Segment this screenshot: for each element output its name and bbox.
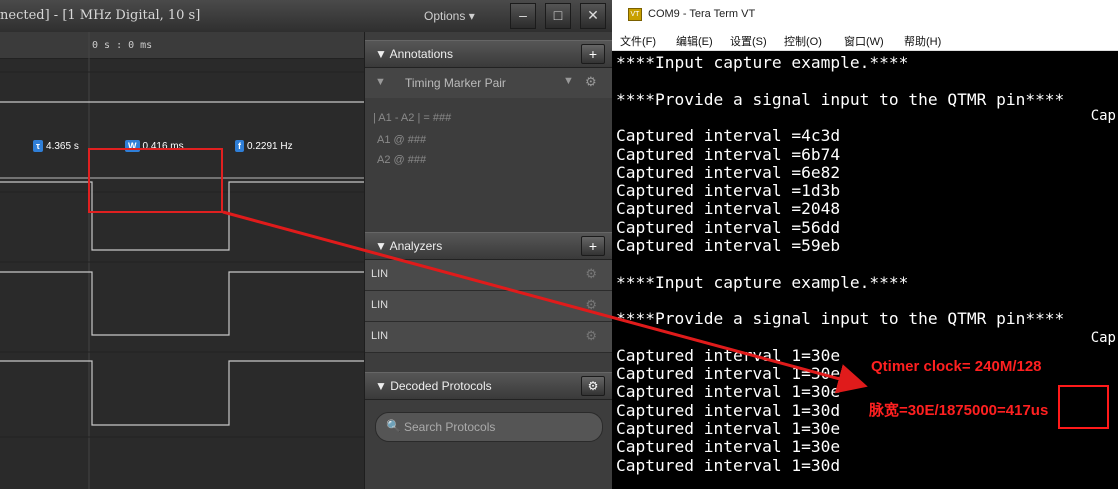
protocol-search-input[interactable]: 🔍 Search Protocols	[375, 412, 603, 442]
terminal-line: Captured interval =4c3d	[616, 126, 841, 146]
terminal-line: Captured interval 1=30e	[616, 364, 841, 384]
waveform-traces	[0, 32, 364, 489]
annotations-title: ▼ Annotations	[375, 47, 453, 61]
menu-edit[interactable]: 编辑(E)	[676, 33, 713, 49]
gear-icon[interactable]: ⚙	[585, 266, 597, 282]
menu-window[interactable]: 窗口(W)	[844, 33, 884, 49]
clipped-text: Cap	[1090, 108, 1116, 124]
clock-annotation: Qtimer clock= 240M/128	[871, 358, 1042, 375]
terminal-line: Captured interval 1=30d	[616, 400, 841, 420]
menu-control[interactable]: 控制(O)	[784, 33, 822, 49]
frequency-measurement: f 0.2291 Hz	[235, 139, 293, 153]
marker-dropdown-icon[interactable]: ▼	[563, 75, 574, 87]
analyzer-label: LIN	[371, 268, 389, 280]
period-value: 4.365 s	[46, 140, 79, 152]
decoded-protocols-title: ▼ Decoded Protocols	[375, 379, 492, 393]
analyzer-row[interactable]: LIN ⚙	[365, 291, 612, 322]
terminal-line: Captured interval =1d3b	[616, 181, 841, 201]
annotations-header: ▼ Annotations +	[365, 40, 612, 68]
terminal-line: Captured interval 1=30e	[616, 437, 841, 457]
terminal-line: Captured interval 1=30e	[616, 382, 841, 402]
analyzer-row[interactable]: LIN ⚙	[365, 260, 612, 291]
terminal-line: Captured interval =56dd	[616, 217, 841, 237]
gear-icon[interactable]: ⚙	[585, 328, 597, 344]
add-annotation-button[interactable]: +	[581, 44, 605, 64]
terminal-line: Captured interval =59eb	[616, 236, 841, 255]
terminal-line: Captured interval =6e82	[616, 162, 841, 182]
analyzer-row[interactable]: LIN ⚙	[365, 322, 612, 353]
analyzer-label: LIN	[371, 299, 389, 311]
result-highlight-box	[1058, 385, 1109, 429]
terminal-line: Captured interval 1=30e	[616, 345, 841, 365]
menu-help[interactable]: 帮助(H)	[904, 33, 941, 49]
gear-icon[interactable]: ⚙	[581, 376, 605, 396]
logic-analyzer-window: nected] - [1 MHz Digital, 10 s] Options …	[0, 0, 612, 489]
search-placeholder: Search Protocols	[404, 420, 496, 434]
terminal-line: Captured interval =6b74	[616, 144, 841, 164]
waveform-area[interactable]: 0 s : 0 ms	[0, 32, 364, 489]
terminal-line: ****Provide a signal input to the QTMR p…	[616, 89, 1065, 109]
tera-term-icon: VT	[628, 8, 642, 21]
analyzer-label: LIN	[371, 330, 389, 342]
clipped-text: Cap	[1090, 330, 1116, 346]
marker-formula: | A1 - A2 | = ###	[373, 112, 452, 124]
options-menu-button[interactable]: Options ▾	[424, 9, 475, 23]
period-measurement: τ 4.365 s	[33, 139, 79, 153]
menu-setup[interactable]: 设置(S)	[730, 33, 767, 49]
tera-term-window: VT COM9 - Tera Term VT 文件(F) 编辑(E) 设置(S)…	[612, 0, 1118, 489]
terminal-line: Captured interval 1=30e	[616, 419, 841, 438]
pulse-width-annotation: 脉宽=30E/1875000=417us	[869, 402, 1049, 419]
pin-icon: ▼	[375, 76, 386, 88]
terminal-title-bar: VT COM9 - Tera Term VT	[612, 0, 1118, 28]
logic-title-bar: nected] - [1 MHz Digital, 10 s] Options …	[0, 0, 612, 33]
terminal-line: ****Provide a signal input to the QTMR p…	[616, 309, 1065, 329]
side-panel: ▼ Annotations + ▼ Timing Marker Pair ▼ ⚙…	[364, 32, 612, 489]
close-button[interactable]: ✕	[580, 3, 606, 29]
terminal-output[interactable]: ****Input capture example.**** ****Provid…	[616, 52, 1116, 489]
marker-a2: A2 @ ###	[377, 154, 427, 166]
f-badge: f	[235, 140, 244, 152]
add-analyzer-button[interactable]: +	[581, 236, 605, 256]
terminal-menu-bar: 文件(F) 编辑(E) 设置(S) 控制(O) 窗口(W) 帮助(H)	[612, 28, 1118, 51]
gear-icon[interactable]: ⚙	[585, 74, 597, 90]
gear-icon[interactable]: ⚙	[585, 297, 597, 313]
terminal-line: ****Input capture example.****	[616, 272, 909, 292]
menu-file[interactable]: 文件(F)	[620, 33, 656, 49]
timing-marker-row[interactable]: ▼ Timing Marker Pair ▼ ⚙	[365, 68, 612, 98]
frequency-value: 0.2291 Hz	[247, 140, 293, 152]
terminal-line: ****Input capture example.****	[616, 53, 909, 72]
maximize-button[interactable]: □	[545, 3, 571, 29]
highlight-box	[88, 148, 223, 213]
tau-badge: τ	[33, 140, 44, 152]
timing-marker-label: Timing Marker Pair	[405, 76, 506, 90]
terminal-title: COM9 - Tera Term VT	[648, 8, 756, 20]
terminal-line: Captured interval 1=30d	[616, 455, 841, 475]
marker-a1: A1 @ ###	[377, 134, 427, 146]
analyzers-title: ▼ Analyzers	[375, 239, 443, 253]
minimize-button[interactable]: –	[510, 3, 536, 29]
analyzers-header: ▼ Analyzers +	[365, 232, 612, 260]
search-icon: 🔍	[386, 419, 401, 433]
window-title: nected] - [1 MHz Digital, 10 s]	[0, 8, 201, 23]
decoded-protocols-header: ▼ Decoded Protocols ⚙	[365, 372, 612, 400]
terminal-line: Captured interval =2048	[616, 199, 841, 219]
